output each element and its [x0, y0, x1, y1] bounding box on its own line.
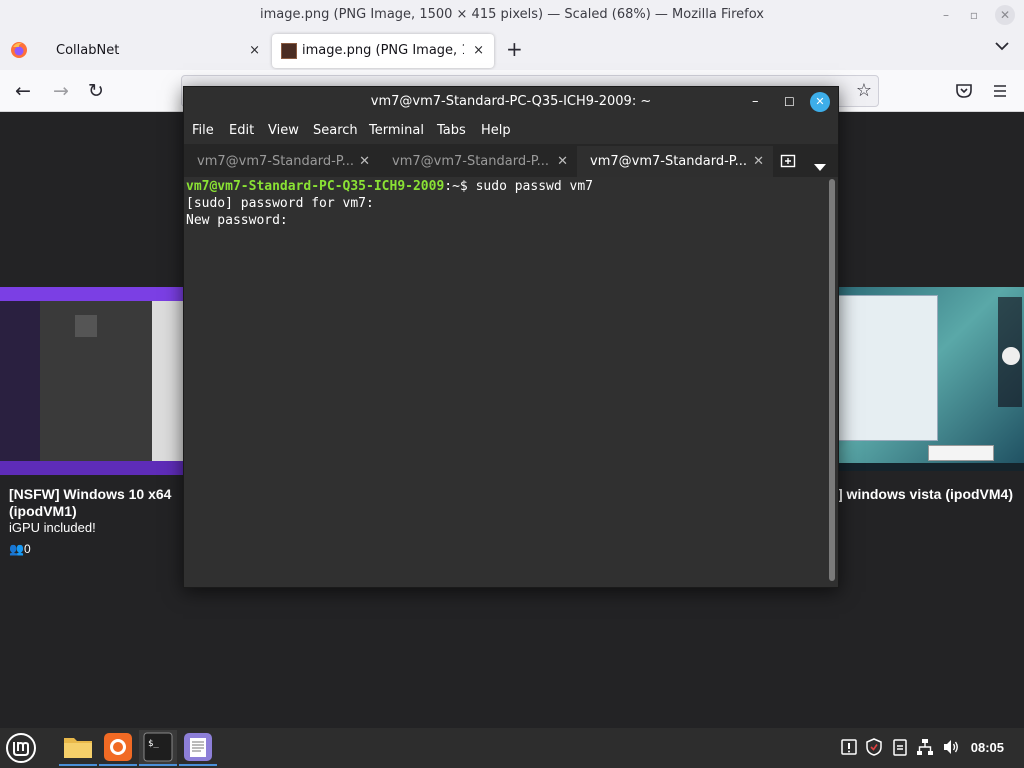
minimize-icon[interactable]: – — [936, 5, 956, 25]
menu-view[interactable]: View — [268, 117, 299, 144]
terminal-line: vm7@vm7-Standard-PC-Q35-ICH9-2009:~$ sud… — [186, 178, 828, 195]
terminal-window-title: vm7@vm7-Standard-PC-Q35-ICH9-2009: ~ — [370, 94, 652, 109]
terminal-tab-active[interactable]: vm7@vm7-Standard-P... ✕ — [577, 146, 773, 177]
firefox-tabbar: CollabNet × image.png (PNG Image, 150 × … — [0, 30, 1024, 70]
app-menu-icon[interactable] — [992, 83, 1008, 103]
forward-icon[interactable]: → — [48, 78, 74, 104]
prompt-path: :~$ — [444, 179, 476, 194]
text-editor-icon[interactable] — [179, 730, 217, 766]
maximize-icon[interactable]: ▫ — [964, 5, 984, 25]
pocket-icon[interactable] — [955, 83, 973, 103]
mint-menu-icon[interactable] — [5, 732, 37, 764]
menu-help[interactable]: Help — [481, 117, 511, 144]
menu-search[interactable]: Search — [313, 117, 358, 144]
clipboard-icon[interactable] — [891, 738, 909, 756]
close-tab-icon[interactable]: ✕ — [753, 146, 764, 177]
card-thumbnail[interactable] — [838, 287, 1024, 471]
files-icon[interactable] — [59, 730, 97, 766]
terminal-titlebar: vm7@vm7-Standard-PC-Q35-ICH9-2009: ~ – ☐… — [184, 87, 838, 117]
card-thumbnail[interactable] — [0, 287, 185, 475]
shield-icon[interactable] — [865, 738, 883, 756]
terminal-menubar: File Edit View Search Terminal Tabs Help — [184, 117, 838, 144]
card-title[interactable]: ] windows vista (ipodVM4) — [838, 486, 1024, 503]
terminal-line: [sudo] password for vm7: — [186, 196, 374, 211]
terminal-tab[interactable]: vm7@vm7-Standard-P... ✕ — [184, 146, 379, 177]
terminal-icon[interactable]: $_ — [139, 730, 177, 766]
terminal-scrollbar[interactable] — [829, 179, 835, 581]
close-tab-icon[interactable]: ✕ — [359, 146, 370, 177]
command-text: sudo passwd vm7 — [475, 179, 593, 194]
terminal-window: vm7@vm7-Standard-PC-Q35-ICH9-2009: ~ – ☐… — [183, 86, 839, 588]
maximize-icon[interactable]: ☐ — [784, 87, 795, 117]
firefox-icon[interactable] — [99, 730, 137, 766]
bookmark-star-icon[interactable]: ☆ — [856, 80, 872, 101]
terminal-tabbar: vm7@vm7-Standard-P... ✕ vm7@vm7-Standard… — [184, 144, 838, 177]
volume-icon[interactable] — [942, 738, 960, 756]
firefox-view-icon[interactable] — [10, 41, 28, 59]
tab-collabnet[interactable]: CollabNet × — [44, 34, 270, 68]
viewer-count: 👥0 — [9, 542, 31, 556]
card-subtitle: iGPU included! — [9, 520, 96, 535]
prompt-user-host: vm7@vm7-Standard-PC-Q35-ICH9-2009 — [186, 179, 445, 194]
update-manager-icon[interactable] — [840, 738, 858, 756]
network-icon[interactable] — [916, 738, 934, 756]
image-favicon — [281, 43, 297, 59]
tab-list-dropdown-icon[interactable] — [814, 157, 826, 176]
svg-text:$_: $_ — [148, 739, 159, 749]
close-tab-icon[interactable]: × — [473, 34, 484, 68]
menu-terminal[interactable]: Terminal — [369, 117, 424, 144]
close-icon[interactable]: ✕ — [810, 92, 830, 112]
card-title[interactable]: [NSFW] Windows 10 x64 (ipodVM1) — [9, 486, 179, 520]
back-icon[interactable]: ← — [10, 78, 36, 104]
users-icon: 👥 — [9, 542, 24, 556]
firefox-titlebar: image.png (PNG Image, 1500 × 415 pixels)… — [0, 0, 1024, 30]
terminal-line: New password: — [186, 213, 288, 228]
terminal-output[interactable]: vm7@vm7-Standard-PC-Q35-ICH9-2009:~$ sud… — [184, 177, 828, 587]
firefox-window-title: image.png (PNG Image, 1500 × 415 pixels)… — [260, 7, 764, 22]
new-tab-button[interactable]: + — [506, 37, 523, 61]
close-tab-icon[interactable]: ✕ — [557, 146, 568, 177]
clock[interactable]: 08:05 — [971, 728, 1004, 768]
close-icon[interactable]: ✕ — [995, 5, 1015, 25]
minimize-icon[interactable]: – — [752, 87, 759, 117]
menu-edit[interactable]: Edit — [229, 117, 254, 144]
new-tab-icon[interactable] — [780, 152, 796, 172]
terminal-tab[interactable]: vm7@vm7-Standard-P... ✕ — [379, 146, 577, 177]
menu-tabs[interactable]: Tabs — [437, 117, 466, 144]
reload-icon[interactable]: ↻ — [83, 78, 109, 104]
bottom-panel: $_ 08:05 — [0, 728, 1024, 768]
close-tab-icon[interactable]: × — [249, 34, 260, 68]
menu-file[interactable]: File — [192, 117, 214, 144]
tab-image-png[interactable]: image.png (PNG Image, 150 × — [272, 34, 494, 68]
list-all-tabs-icon[interactable] — [994, 38, 1010, 58]
